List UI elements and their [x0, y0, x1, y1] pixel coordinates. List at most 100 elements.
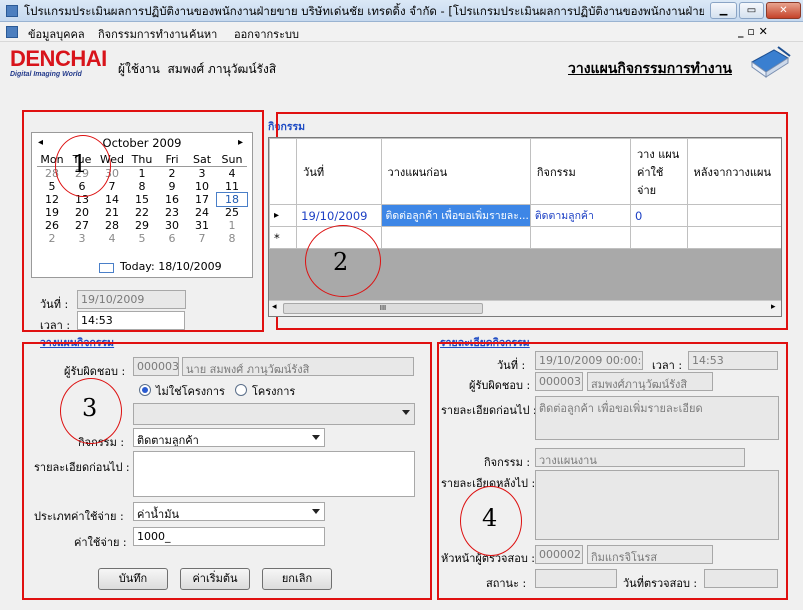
cell-planned-cost[interactable] [630, 226, 688, 249]
cell-activity[interactable]: ติดตามลูกค้า [529, 204, 632, 227]
calendar-day[interactable]: 3 [67, 232, 97, 245]
cell-planned-cost[interactable]: 0 [630, 204, 688, 227]
calendar-day[interactable]: 12 [37, 193, 67, 206]
detail-date-label: วันที่ : [497, 359, 526, 372]
scroll-right-arrow[interactable]: ▸ [771, 302, 776, 312]
detail-responsible-code[interactable]: 000003 [535, 372, 583, 391]
detail-after-field[interactable] [535, 470, 779, 540]
calendar-day[interactable]: 25 [217, 206, 247, 219]
calendar-day[interactable]: 6 [157, 232, 187, 245]
detail-before-field[interactable]: ติดต่อลูกค้า เพื่อขอเพิ่มรายละเอียด [535, 396, 779, 440]
cell-after-plan[interactable] [686, 204, 781, 227]
calendar-day[interactable]: 9 [157, 180, 187, 193]
calendar-day[interactable]: 2 [157, 167, 187, 180]
expense-field[interactable]: 1000_ [133, 527, 325, 546]
calendar-day[interactable]: 4 [97, 232, 127, 245]
calendar-day[interactable]: 15 [127, 193, 157, 206]
calendar-day[interactable]: 16 [157, 193, 187, 206]
calendar-day[interactable]: 7 [187, 232, 217, 245]
detail-before-textarea[interactable] [133, 451, 415, 497]
column-header-activity[interactable]: กิจกรรม [529, 138, 632, 205]
radio-project-label[interactable]: โครงการ [252, 382, 295, 400]
column-header-date[interactable]: วันที่ [296, 138, 382, 205]
calendar-day[interactable]: 28 [97, 219, 127, 232]
detail-responsible-name[interactable]: สมพงศ์ภานุวัฒน์รังสิ [587, 372, 713, 391]
column-header-planned-cost[interactable]: วาง แผน ค่าใช้ จ่าย [630, 138, 688, 205]
calendar-prev-button[interactable]: ◂ [38, 137, 43, 148]
reset-button[interactable]: ค่าเริ่มต้น [180, 568, 250, 590]
cell-plan-before[interactable] [380, 226, 531, 249]
calendar-day[interactable]: 27 [67, 219, 97, 232]
save-button[interactable]: บันทึก [98, 568, 168, 590]
calendar-day[interactable]: 10 [187, 180, 217, 193]
calendar-day[interactable]: 23 [157, 206, 187, 219]
calendar-day[interactable]: 24 [187, 206, 217, 219]
calendar-day[interactable]: 31 [187, 219, 217, 232]
close-button[interactable]: ✕ [766, 2, 801, 19]
calendar-day[interactable]: 21 [97, 206, 127, 219]
grid-horizontal-scrollbar[interactable]: ◂ III ▸ [269, 300, 781, 316]
scroll-left-arrow[interactable]: ◂ [272, 302, 277, 312]
calendar-month-label[interactable]: October 2009 [97, 136, 187, 150]
calendar-day-today[interactable]: 18 [216, 192, 248, 207]
cell-plan-before[interactable]: ติดต่อลูกค้า เพื่อขอเพิ่มรายละ... [380, 204, 531, 227]
table-row[interactable]: ▸ 19/10/2009 ติดต่อลูกค้า เพื่อขอเพิ่มรา… [269, 204, 781, 227]
calendar-today-link[interactable]: Today: 18/10/2009 [120, 260, 222, 273]
responsible-name-field[interactable]: นาย สมพงศ์ ภานุวัฒน์รังสิ [182, 357, 414, 376]
time-field[interactable]: 14:53 [77, 311, 185, 330]
calendar-day[interactable]: 4 [217, 167, 247, 180]
calendar-day[interactable]: 1 [217, 219, 247, 232]
check-date-field[interactable] [704, 569, 778, 588]
current-user: ผู้ใช้งาน สมพงศ์ ภานุวัฒน์รังสิ [118, 60, 276, 79]
annotation-number-4: 4 [482, 504, 498, 532]
denchai-logo: DENCHAI [10, 46, 107, 71]
minimize-button[interactable]: ▁ [710, 2, 737, 19]
scroll-thumb[interactable]: III [283, 303, 483, 314]
project-combo[interactable] [133, 403, 415, 425]
calendar-day[interactable]: 29 [127, 219, 157, 232]
detail-activity-label: กิจกรรม : [484, 456, 531, 469]
detail-time-field[interactable]: 14:53 [688, 351, 778, 370]
calendar-day[interactable]: 11 [217, 180, 247, 193]
menu-work-activity[interactable]: กิจกรรมการทำงาน [98, 25, 188, 43]
calendar-day[interactable]: 2 [37, 232, 67, 245]
detail-activity-field[interactable]: วางแผนงาน [535, 448, 745, 467]
menu-search[interactable]: ค้นหา [189, 25, 217, 43]
window-titlebar[interactable]: โปรแกรมประเมินผลการปฏิบัติงานของพนักงานฝ… [0, 0, 803, 22]
expense-type-combo[interactable]: ค่าน้ำมัน [133, 502, 325, 521]
calendar-day[interactable]: 30 [157, 219, 187, 232]
responsible-code-field[interactable]: 000003 [133, 357, 179, 376]
supervisor-code[interactable]: 000002 [535, 545, 583, 564]
calendar-day[interactable]: 1 [127, 167, 157, 180]
calendar-day[interactable]: 3 [187, 167, 217, 180]
calendar-day[interactable]: 17 [187, 193, 217, 206]
supervisor-name[interactable]: กิมแกรจิโนรส [587, 545, 713, 564]
column-header-after-plan[interactable]: หลังจากวางแผน [686, 138, 781, 205]
cancel-button[interactable]: ยกเลิก [262, 568, 332, 590]
calendar-day[interactable]: 5 [127, 232, 157, 245]
mdi-window-controls[interactable]: _ ▫ ✕ [738, 25, 768, 38]
calendar-day[interactable]: 19 [37, 206, 67, 219]
maximize-button[interactable]: ▭ [739, 2, 764, 19]
radio-non-project[interactable] [139, 384, 151, 396]
column-header-plan-before[interactable]: วางแผนก่อน [380, 138, 531, 205]
cell-activity[interactable] [529, 226, 632, 249]
calendar-day[interactable]: 26 [37, 219, 67, 232]
radio-project[interactable] [235, 384, 247, 396]
calendar-day[interactable]: 14 [97, 193, 127, 206]
cell-after-plan[interactable] [686, 226, 781, 249]
detail-date-field[interactable]: 19/10/2009 00:00:0 [535, 351, 643, 370]
radio-non-project-label[interactable]: ไม่ใช่โครงการ [156, 382, 225, 400]
calendar-day[interactable]: 20 [67, 206, 97, 219]
calendar-day[interactable]: 22 [127, 206, 157, 219]
cell-date[interactable]: 19/10/2009 [296, 204, 382, 227]
calendar-day[interactable]: 8 [217, 232, 247, 245]
check-date-label: วันที่ตรวจสอบ : [623, 577, 698, 590]
menu-personal-data[interactable]: ข้อมูลบุคคล [28, 25, 85, 43]
calendar-next-button[interactable]: ▸ [238, 137, 243, 148]
calendar-day[interactable]: 8 [127, 180, 157, 193]
status-field[interactable] [535, 569, 617, 588]
date-field[interactable]: 19/10/2009 [77, 290, 186, 309]
menu-logout[interactable]: ออกจากระบบ [234, 25, 299, 43]
activity-combo[interactable]: ติดตามลูกค้า [133, 428, 325, 447]
